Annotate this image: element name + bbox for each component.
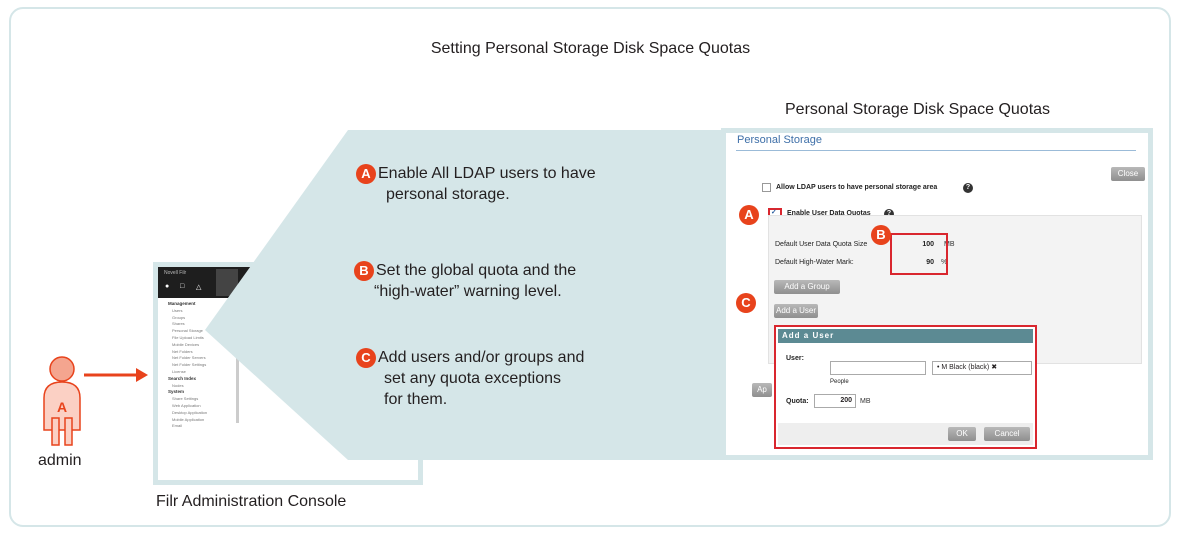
step-a: A Enable All LDAP users to have personal … <box>356 163 596 205</box>
step-b-line2: “high-water” warning level. <box>374 283 562 300</box>
step-a-line1: Enable All LDAP users to have <box>378 165 596 182</box>
selected-user-chip[interactable]: • M Black (black) ✖ <box>932 361 1032 375</box>
badge-b: B <box>871 225 891 245</box>
step-b-badge: B <box>354 260 374 281</box>
svg-text:A: A <box>57 399 67 415</box>
remove-icon[interactable]: ✖ <box>991 364 997 371</box>
step-c-line1: Add users and/or groups and <box>378 349 585 366</box>
add-user-dialog: Add a User User: People • M Black (black… <box>774 325 1037 449</box>
step-c: C Add users and/or groups and set any quo… <box>356 347 584 410</box>
add-user-button[interactable]: Add a User <box>774 304 818 318</box>
personal-storage-panel: Personal Storage Close Allow LDAP users … <box>721 128 1153 460</box>
personal-storage-heading: Personal Storage <box>737 134 822 146</box>
step-c-line2: set any quota exceptions <box>384 370 562 387</box>
dialog-footer: OK Cancel <box>778 423 1033 445</box>
add-group-button[interactable]: Add a Group <box>774 280 840 294</box>
highwater-label: Default High-Water Mark: <box>775 259 854 266</box>
quota-values-highlight <box>890 233 948 275</box>
user-search-input[interactable] <box>830 361 926 375</box>
heading-divider <box>736 150 1136 151</box>
ok-button[interactable]: OK <box>948 427 976 441</box>
apply-button[interactable]: Ap <box>752 383 772 397</box>
quota-label: Quota: <box>786 398 809 405</box>
allow-ldap-label: Allow LDAP users to have personal storag… <box>776 184 938 191</box>
allow-ldap-checkbox[interactable] <box>762 183 771 192</box>
admin-arrow-head <box>136 368 148 382</box>
people-label: People <box>830 379 849 385</box>
dialog-title: Add a User <box>778 329 1033 343</box>
quota-input[interactable]: 200 <box>814 394 856 408</box>
step-a-badge: A <box>356 163 376 184</box>
default-quota-label: Default User Data Quota Size <box>775 241 868 248</box>
close-button[interactable]: Close <box>1111 167 1145 181</box>
user-label: User: <box>786 355 804 362</box>
badge-c: C <box>736 293 756 313</box>
badge-a: A <box>739 205 759 225</box>
step-b: B Set the global quota and the “high-wate… <box>354 260 576 302</box>
admin-label: admin <box>38 452 82 469</box>
quota-unit: MB <box>860 398 871 405</box>
step-a-line2: personal storage. <box>386 186 510 203</box>
selected-user-name: M Black (black) <box>941 364 990 371</box>
help-icon[interactable]: ? <box>963 183 973 193</box>
step-c-badge: C <box>356 347 376 368</box>
admin-user-icon: A <box>43 356 81 446</box>
step-b-line1: Set the global quota and the <box>376 262 577 279</box>
step-c-line3: for them. <box>384 391 448 408</box>
cancel-button[interactable]: Cancel <box>984 427 1030 441</box>
